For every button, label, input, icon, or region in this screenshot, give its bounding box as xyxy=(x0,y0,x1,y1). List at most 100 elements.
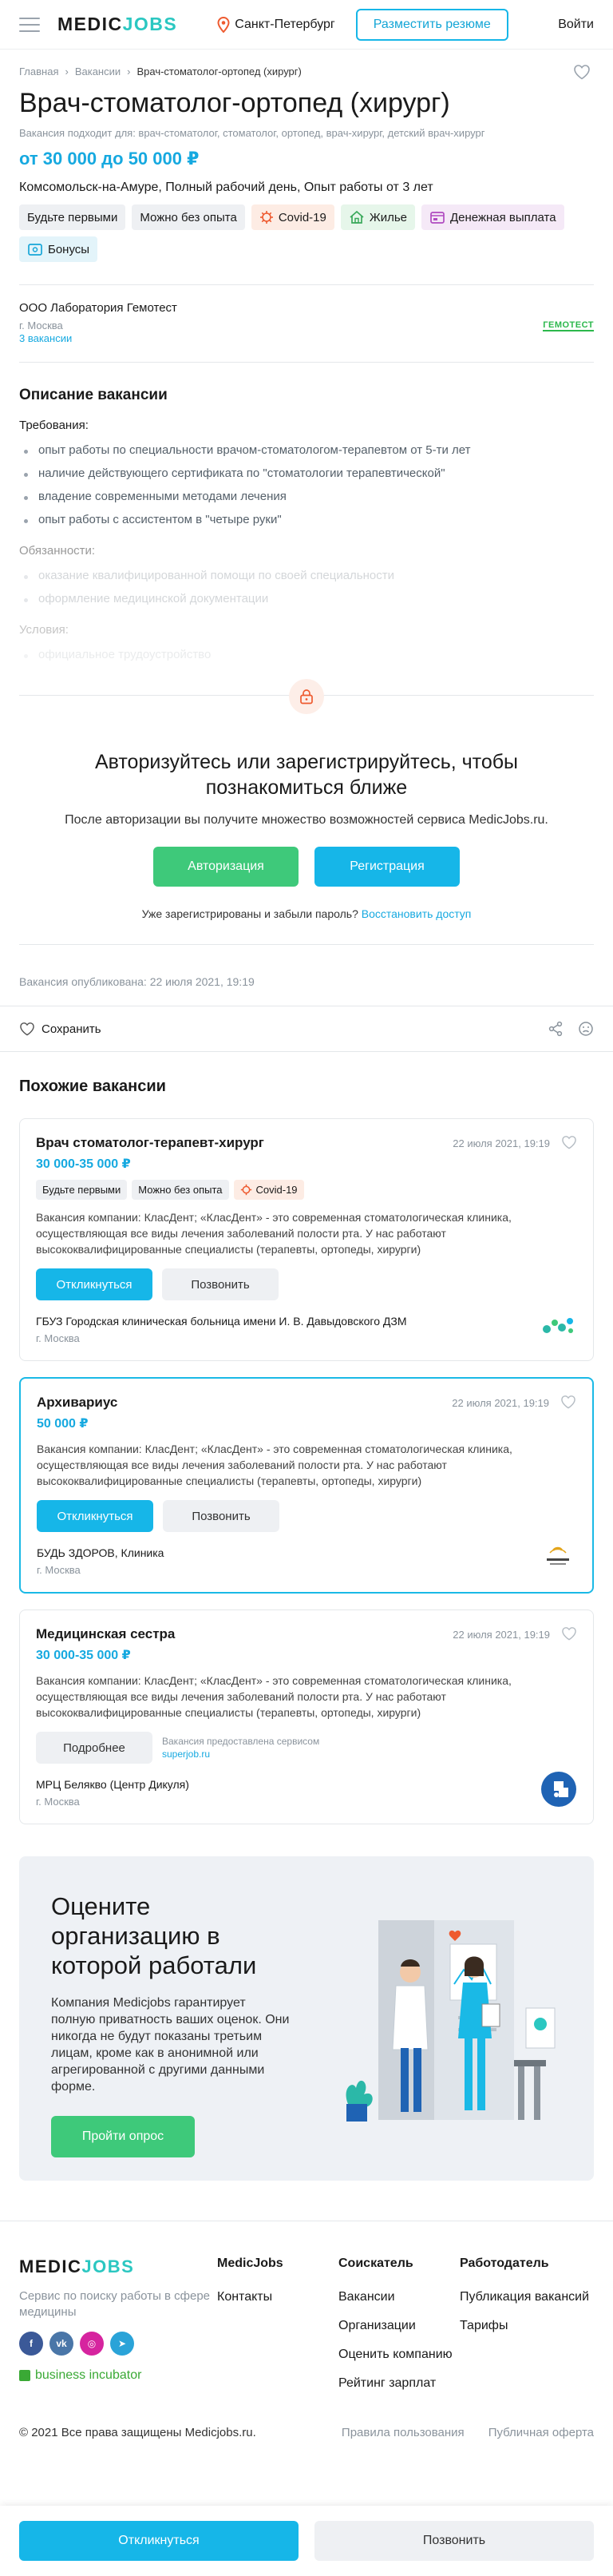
complaint-face-icon[interactable] xyxy=(578,1021,594,1037)
card-organization[interactable]: ГБУЗ Городская клиническая больница имен… xyxy=(36,1315,577,1328)
breadcrumb-vacancies[interactable]: Вакансии xyxy=(75,65,121,77)
logo[interactable]: MEDIC JOBS xyxy=(57,14,177,35)
footer-link-rate-company[interactable]: Оценить компанию xyxy=(338,2348,460,2362)
duties-list: оказание квалифицированной помощи по сво… xyxy=(19,569,594,605)
tag-covid: Covid-19 xyxy=(233,1180,304,1200)
card-organization[interactable]: МРЦ Белякво (Центр Дикуля) xyxy=(36,1778,577,1791)
tag-cash-payment: Денежная выплата xyxy=(421,204,564,230)
footer-tagline: Сервис по поиску работы в сфере медицины xyxy=(19,2289,211,2319)
business-incubator-link[interactable]: business incubator xyxy=(19,2368,217,2383)
respond-button[interactable]: Откликнуться xyxy=(36,1268,152,1300)
forgot-password: Уже зарегистрированы и забыли пароль? Во… xyxy=(141,907,472,920)
breadcrumb-current: Врач-стоматолог-ортопед (хирург) xyxy=(136,65,302,77)
vacancy-card[interactable]: Врач стоматолог-терапевт-хирург 22 июля … xyxy=(19,1118,594,1361)
terms-link[interactable]: Правила пользования xyxy=(342,2426,465,2439)
business-incubator-icon xyxy=(19,2370,30,2381)
heart-icon[interactable] xyxy=(573,64,591,80)
card-city: г. Москва xyxy=(36,1796,80,1808)
card-salary: 30 000-35 000 ₽ xyxy=(36,1649,131,1662)
instagram-icon[interactable]: ◎ xyxy=(80,2332,104,2356)
footer-link-vacancies[interactable]: Вакансии xyxy=(338,2290,460,2304)
restore-access-link[interactable]: Восстановить доступ xyxy=(362,907,472,920)
card-description: Вакансия компании: КласДент; «КласДент» … xyxy=(36,1674,512,1719)
superjob-link[interactable]: superjob.ru xyxy=(162,1748,210,1760)
heart-icon xyxy=(20,1022,34,1036)
heart-icon[interactable] xyxy=(561,1626,577,1641)
tag-be-first: Будьте первыми xyxy=(36,1180,128,1200)
tag-no-experience: Можно без опыта xyxy=(132,204,245,230)
footer-col-title: Соискатель xyxy=(338,2256,413,2270)
respond-button[interactable]: Откликнуться xyxy=(37,1500,153,1532)
footer-link-organizations[interactable]: Организации xyxy=(338,2319,460,2333)
list-item: владение современными методами лечения xyxy=(19,490,594,503)
vacancy-description: Описание вакансии Требования: опыт работ… xyxy=(0,363,613,661)
city-selector[interactable]: Санкт-Петербург xyxy=(217,16,335,33)
heart-icon[interactable] xyxy=(561,1135,577,1149)
company-logo[interactable]: ГЕМОТЕСТ xyxy=(543,320,594,331)
promo-heading: Оцените организацию в которой работали xyxy=(51,1892,257,1979)
details-button[interactable]: Подробнее xyxy=(36,1732,152,1764)
facebook-icon[interactable]: f xyxy=(19,2332,43,2356)
vacancy-suits: Вакансия подходит для: врач-стоматолог, … xyxy=(19,127,485,139)
footer-link-publish-vacancies[interactable]: Публикация вакансий xyxy=(460,2290,589,2304)
gift-card-icon xyxy=(27,242,43,256)
offer-link[interactable]: Публичная оферта xyxy=(488,2426,594,2439)
company-block: ООО Лаборатория Гемотест г. Москва 3 вак… xyxy=(0,285,613,362)
footer: MEDIC JOBS Сервис по поиску работы в сфер… xyxy=(0,2221,613,2455)
header: MEDIC JOBS Санкт-Петербург Разместить рез… xyxy=(0,0,613,50)
card-title[interactable]: Врач стоматолог-терапевт-хирург xyxy=(36,1135,453,1151)
footer-logo[interactable]: MEDIC JOBS xyxy=(19,2256,217,2277)
list-item: оказание квалифицированной помощи по сво… xyxy=(19,569,594,582)
breadcrumb-home[interactable]: Главная xyxy=(19,65,58,77)
requirements-list: опыт работы по специальности врачом-стом… xyxy=(19,443,594,526)
call-button[interactable]: Позвонить xyxy=(162,1268,279,1300)
sticky-action-bar: Откликнуться Позвонить xyxy=(0,2506,613,2576)
city-label: Санкт-Петербург xyxy=(235,17,335,31)
vacancy-tags: Будьте первыми Можно без опыта Covid-19 … xyxy=(0,195,613,262)
login-button[interactable]: Авторизация xyxy=(153,847,299,887)
share-icon[interactable] xyxy=(548,1021,564,1037)
vacancy-card[interactable]: Медицинская сестра 22 июля 2021, 19:19 3… xyxy=(19,1610,594,1824)
lock-divider xyxy=(19,679,594,714)
card-title[interactable]: Архивариус xyxy=(37,1395,452,1411)
vacancy-card[interactable]: Архивариус 22 июля 2021, 19:19 50 000 ₽ … xyxy=(19,1377,594,1594)
description-heading: Описание вакансии xyxy=(19,387,168,403)
card-salary: 50 000 ₽ xyxy=(37,1417,89,1431)
similar-heading: Похожие вакансии xyxy=(19,1078,166,1095)
chevron-right-icon: › xyxy=(65,65,69,77)
rate-organization-promo: Оцените организацию в которой работали К… xyxy=(19,1856,594,2181)
organization-logo xyxy=(540,1308,577,1344)
post-resume-button[interactable]: Разместить резюме xyxy=(355,8,508,41)
virus-icon xyxy=(240,1184,251,1196)
take-survey-button[interactable]: Пройти опрос xyxy=(51,2116,195,2157)
card-date: 22 июля 2021, 19:19 xyxy=(453,1137,550,1149)
organization-logo xyxy=(540,1771,577,1808)
promo-text: Компания Medicjobs гарантирует полную пр… xyxy=(51,1996,290,2094)
card-city: г. Москва xyxy=(36,1332,80,1344)
footer-link-tariffs[interactable]: Тарифы xyxy=(460,2319,557,2333)
footer-link-salary-rating[interactable]: Рейтинг зарплат xyxy=(338,2376,460,2391)
list-item: опыт работы по специальности врачом-стом… xyxy=(19,443,594,457)
save-button[interactable]: Сохранить xyxy=(19,1022,101,1036)
page-title: Врач-стоматолог-ортопед (хирург) xyxy=(19,88,450,118)
login-link[interactable]: Войти xyxy=(558,18,594,32)
company-vacancies-link[interactable]: 3 вакансии xyxy=(19,332,72,344)
call-button[interactable]: Позвонить xyxy=(163,1500,279,1532)
location-pin-icon xyxy=(217,16,230,33)
sticky-call-button[interactable]: Позвонить xyxy=(314,2521,594,2561)
card-organization[interactable]: БУДЬ ЗДОРОВ, Клиника xyxy=(37,1546,576,1559)
tag-bonuses: Бонусы xyxy=(19,236,98,262)
card-title[interactable]: Медицинская сестра xyxy=(36,1626,453,1642)
vacancy-actions: Сохранить xyxy=(0,1006,613,1052)
footer-link-contacts[interactable]: Контакты xyxy=(217,2290,338,2304)
sticky-respond-button[interactable]: Откликнуться xyxy=(19,2521,299,2561)
register-button[interactable]: Регистрация xyxy=(314,847,460,887)
tag-housing: Жилье xyxy=(340,204,415,230)
conditions-label: Условия: xyxy=(19,623,69,637)
heart-icon[interactable] xyxy=(560,1395,576,1409)
doctors-illustration xyxy=(346,1920,556,2122)
telegram-icon[interactable]: ➤ xyxy=(110,2332,134,2356)
vk-icon[interactable]: vk xyxy=(49,2332,73,2356)
menu-icon[interactable] xyxy=(19,17,40,32)
company-name[interactable]: ООО Лаборатория Гемотест xyxy=(19,301,594,315)
